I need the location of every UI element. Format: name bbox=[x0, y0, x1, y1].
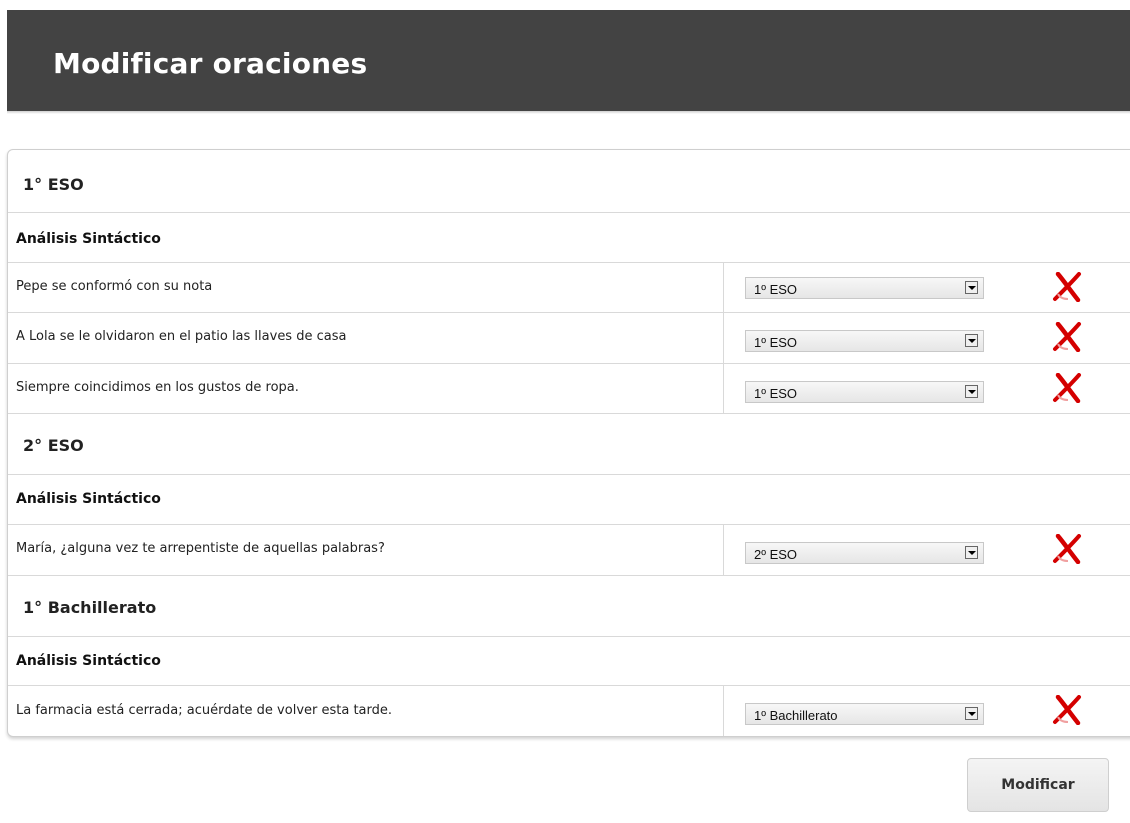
type-header: Análisis Sintáctico bbox=[8, 475, 1130, 525]
delete-x-icon[interactable] bbox=[1050, 695, 1084, 725]
sentence-row: La farmacia está cerrada; acuérdate de v… bbox=[8, 686, 1130, 736]
sentence-text: María, ¿alguna vez te arrepentiste de aq… bbox=[16, 541, 385, 556]
level-title: 1° Bachillerato bbox=[23, 598, 157, 617]
type-title: Análisis Sintáctico bbox=[16, 653, 161, 669]
header-shadow bbox=[7, 111, 1130, 114]
column-divider bbox=[723, 313, 724, 363]
sentences-panel: 1° ESO Análisis Sintáctico Pepe se confo… bbox=[7, 149, 1130, 737]
type-header: Análisis Sintáctico bbox=[8, 213, 1130, 263]
sentence-text: La farmacia está cerrada; acuérdate de v… bbox=[16, 703, 393, 718]
chevron-down-icon[interactable] bbox=[965, 334, 978, 347]
chevron-down-icon[interactable] bbox=[965, 281, 978, 294]
sentence-row: A Lola se le olvidaron en el patio las l… bbox=[8, 313, 1130, 364]
level-select-value: 1º Bachillerato bbox=[754, 708, 838, 723]
type-header: Análisis Sintáctico bbox=[8, 637, 1130, 686]
level-header-2eso: 2° ESO bbox=[8, 414, 1130, 475]
sentence-text: A Lola se le olvidaron en el patio las l… bbox=[16, 329, 347, 344]
delete-x-icon[interactable] bbox=[1050, 373, 1084, 403]
delete-x-icon[interactable] bbox=[1050, 272, 1084, 302]
sentence-text: Siempre coincidimos en los gustos de rop… bbox=[16, 380, 299, 395]
level-title: 1° ESO bbox=[23, 175, 84, 194]
column-divider bbox=[723, 263, 724, 312]
level-select-value: 2º ESO bbox=[754, 547, 798, 562]
level-select-value: 1º ESO bbox=[754, 386, 798, 401]
chevron-down-icon[interactable] bbox=[965, 546, 978, 559]
sentence-row: Siempre coincidimos en los gustos de rop… bbox=[8, 364, 1130, 414]
page-header: Modificar oraciones bbox=[7, 10, 1130, 111]
column-divider bbox=[723, 364, 724, 413]
delete-x-icon[interactable] bbox=[1050, 534, 1084, 564]
column-divider bbox=[723, 525, 724, 575]
chevron-down-icon[interactable] bbox=[965, 385, 978, 398]
level-select-value: 1º ESO bbox=[754, 282, 798, 297]
modify-button[interactable]: Modificar bbox=[967, 758, 1109, 812]
level-select[interactable]: 1º Bachillerato bbox=[745, 703, 984, 725]
column-divider bbox=[723, 686, 724, 736]
page-title: Modificar oraciones bbox=[53, 47, 368, 80]
sentence-row: María, ¿alguna vez te arrepentiste de aq… bbox=[8, 525, 1130, 576]
sentence-row: Pepe se conformó con su nota 1º ESO bbox=[8, 263, 1130, 313]
level-title: 2° ESO bbox=[23, 436, 84, 455]
type-title: Análisis Sintáctico bbox=[16, 231, 161, 247]
level-select-value: 1º ESO bbox=[754, 335, 798, 350]
level-select[interactable]: 1º ESO bbox=[745, 277, 984, 299]
type-title: Análisis Sintáctico bbox=[16, 491, 161, 507]
sentence-text: Pepe se conformó con su nota bbox=[16, 279, 213, 294]
level-select[interactable]: 1º ESO bbox=[745, 330, 984, 352]
level-header-1bachillerato: 1° Bachillerato bbox=[8, 576, 1130, 637]
delete-x-icon[interactable] bbox=[1050, 322, 1084, 352]
level-select[interactable]: 1º ESO bbox=[745, 381, 984, 403]
level-select[interactable]: 2º ESO bbox=[745, 542, 984, 564]
level-header-1eso: 1° ESO bbox=[8, 150, 1130, 213]
chevron-down-icon[interactable] bbox=[965, 707, 978, 720]
